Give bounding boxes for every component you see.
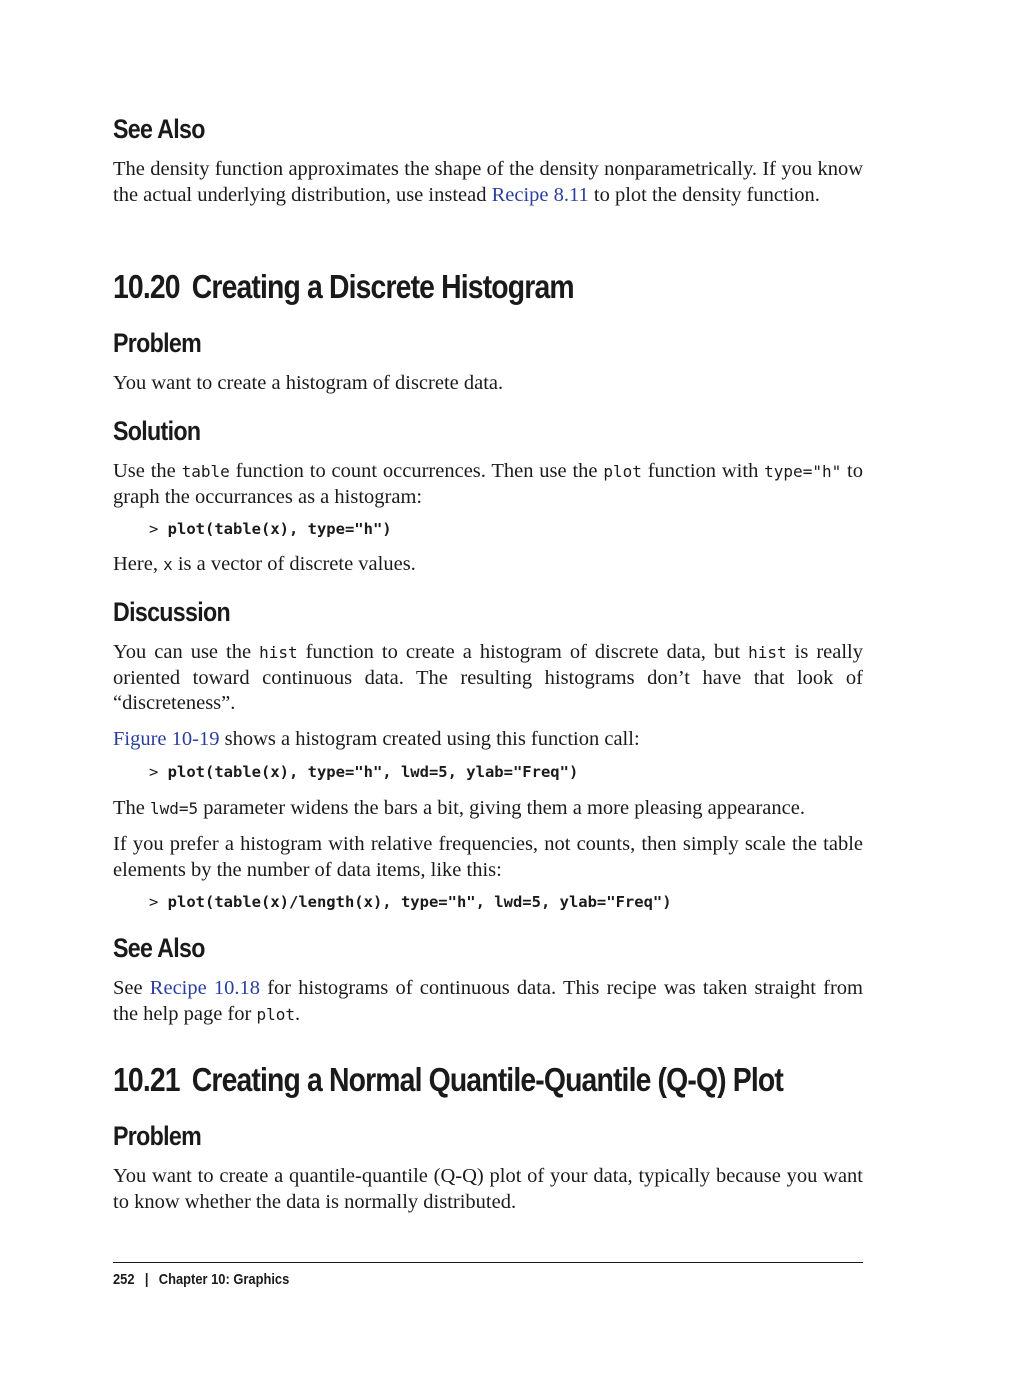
figure-10-19-link[interactable]: Figure 10-19 <box>113 728 219 750</box>
code-block: > plot(table(x)/length(x), type="h", lwd… <box>149 893 672 911</box>
section-number: 10.20 <box>113 268 181 305</box>
inline-code: plot <box>256 1004 295 1024</box>
code-line: plot(table(x)/length(x), type="h", lwd=5… <box>167 893 672 911</box>
solution-text: Use the <box>113 460 182 482</box>
code-block: > plot(table(x), type="h") <box>149 520 392 538</box>
section-title-text: Creating a Discrete Histogram <box>191 268 575 305</box>
problem-heading: Problem <box>113 328 202 358</box>
see-also-text: See <box>113 977 150 999</box>
see-also-paragraph: The density function approximates the sh… <box>113 157 863 208</box>
problem-text: You want to create a histogram of discre… <box>113 372 504 394</box>
inline-code: table <box>181 462 230 481</box>
discussion-paragraph-1: You can use the hist function to create … <box>113 640 863 717</box>
footer-separator: | <box>144 1271 149 1288</box>
section-10-21-title: 10.21 Creating a Normal Quantile-Quantile… <box>113 1061 784 1099</box>
solution-text: function to count occurrences. Then use … <box>229 460 604 482</box>
solution-text: function with <box>641 460 765 482</box>
section-title-text: Creating a Normal Quantile-Quantile (Q-Q… <box>191 1061 784 1098</box>
see-also-heading: See Also <box>113 114 205 144</box>
here-text: Here, <box>113 553 164 575</box>
solution-paragraph: Use the table function to count occurren… <box>113 459 863 510</box>
discussion-paragraph-4: If you prefer a histogram with relative … <box>113 833 863 881</box>
solution-heading: Solution <box>113 416 201 446</box>
see-also-text: . <box>294 1002 301 1025</box>
inline-code: type="h" <box>764 462 842 481</box>
inline-code: plot <box>603 462 642 481</box>
page-number: 252 <box>113 1271 135 1288</box>
recipe-10-18-link[interactable]: Recipe 10.18 <box>150 977 260 999</box>
section-number: 10.21 <box>113 1061 181 1098</box>
inline-code: x <box>163 555 173 574</box>
chapter-label: Chapter 10: Graphics <box>158 1271 290 1288</box>
footer-rule <box>113 1262 863 1263</box>
discussion-paragraph-3: The lwd=5 parameter widens the bars a bi… <box>113 796 863 822</box>
inline-code: hist <box>748 643 787 662</box>
discussion-paragraph-2: Figure 10-19 shows a histogram created u… <box>113 727 863 753</box>
discussion-heading: Discussion <box>113 597 231 627</box>
code-line: plot(table(x), type="h", lwd=5, ylab="Fr… <box>167 763 579 781</box>
here-text: is a vector of discrete values. <box>172 553 416 575</box>
code-prompt: > <box>149 763 168 781</box>
code-line: plot(table(x), type="h") <box>167 520 392 538</box>
code-block: > plot(table(x), type="h", lwd=5, ylab="… <box>149 763 578 781</box>
here-paragraph: Here, x is a vector of discrete values. <box>113 552 863 578</box>
recipe-8-11-link[interactable]: Recipe 8.11 <box>492 184 589 206</box>
discussion-text: function to create a histogram of discre… <box>297 641 749 663</box>
problem-text: You want to create a quantile-quantile (… <box>113 1165 863 1213</box>
see-also-text-2: to plot the density function. <box>588 183 820 206</box>
problem-heading: Problem <box>113 1121 202 1151</box>
see-also-heading: See Also <box>113 933 205 963</box>
discussion-text: You can use the <box>113 641 260 663</box>
inline-code: lwd=5 <box>150 799 199 818</box>
section-10-20-title: 10.20 Creating a Discrete Histogram <box>113 268 575 306</box>
page-footer: 252 | Chapter 10: Graphics <box>113 1271 289 1288</box>
discussion-text: parameter widens the bars a bit, giving … <box>198 797 805 819</box>
discussion-text: The <box>113 797 150 819</box>
discussion-text: shows a histogram created using this fun… <box>219 728 640 750</box>
code-prompt: > <box>149 893 168 911</box>
code-prompt: > <box>149 520 168 538</box>
inline-code: hist <box>259 643 298 662</box>
see-also-paragraph: See Recipe 10.18 for histograms of conti… <box>113 976 863 1027</box>
